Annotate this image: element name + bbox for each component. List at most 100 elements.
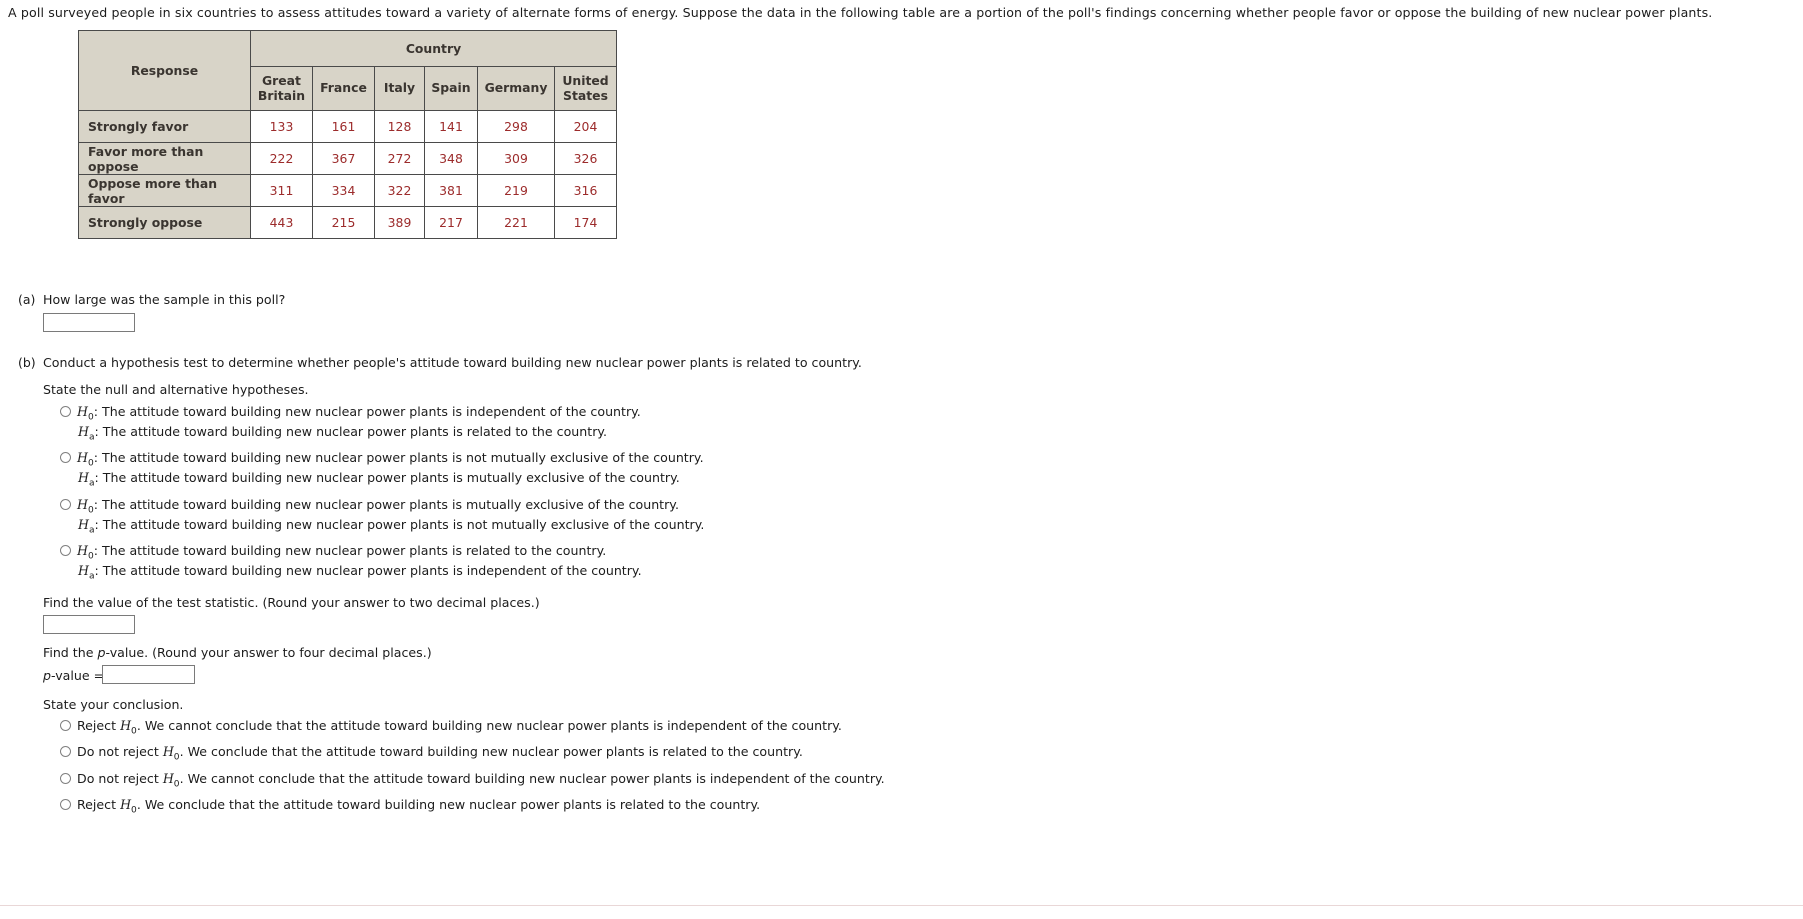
cell-value: 389	[374, 206, 425, 239]
table-row: Oppose more than favor 311 334 322 381 2…	[78, 174, 617, 207]
column-header-france: France	[312, 66, 375, 111]
cell-value: 311	[250, 174, 313, 207]
worksheet-page: A poll surveyed people in six countries …	[0, 0, 1803, 919]
colon: :	[94, 424, 103, 439]
cell-value: 133	[250, 110, 313, 143]
pvalue-prompt-post: -value. (Round your answer to four decim…	[105, 645, 432, 660]
hypothesis-null-text: The attitude toward building new nuclear…	[102, 543, 607, 558]
conclusion-option-4[interactable]: Reject H0. We conclude that the attitude…	[60, 797, 760, 816]
cell-value: 443	[250, 206, 313, 239]
intro-paragraph: A poll surveyed people in six countries …	[8, 5, 1713, 20]
part-a-marker: (a)	[18, 292, 36, 307]
radio-icon[interactable]	[60, 499, 71, 510]
radio-icon[interactable]	[60, 720, 71, 731]
cell-value: 309	[477, 142, 555, 175]
colon: :	[94, 563, 103, 578]
column-header-great-britain: Great Britain	[250, 66, 313, 111]
cell-value: 219	[477, 174, 555, 207]
radio-icon[interactable]	[60, 406, 71, 417]
hypothesis-option-3[interactable]: H0: The attitude toward building new nuc…	[60, 497, 679, 516]
h-null-symbol: H0	[162, 744, 180, 763]
table-row: Favor more than oppose 222 367 272 348 3…	[78, 142, 617, 175]
response-column-header: Response	[78, 30, 251, 111]
hypothesis-null-text: The attitude toward building new nuclear…	[102, 450, 704, 465]
hypothesis-option-3-alt: Ha: The attitude toward building new nuc…	[78, 517, 704, 536]
radio-icon[interactable]	[60, 773, 71, 784]
column-header-germany: Germany	[477, 66, 555, 111]
h-null-symbol: H0	[162, 771, 180, 790]
hypothesis-alt-text: The attitude toward building new nuclear…	[102, 470, 680, 485]
radio-icon[interactable]	[60, 746, 71, 757]
colon: :	[94, 517, 103, 532]
column-header-united-states: United States	[554, 66, 617, 111]
cell-value: 298	[477, 110, 555, 143]
cell-value: 221	[477, 206, 555, 239]
row-label: Strongly favor	[78, 110, 251, 143]
table-row: Strongly oppose 443 215 389 217 221 174	[78, 206, 617, 239]
cell-value: 217	[424, 206, 478, 239]
colon: :	[93, 450, 103, 465]
hypothesis-alt-text: The attitude toward building new nuclear…	[102, 563, 642, 578]
h-null-symbol: H0	[77, 450, 94, 469]
conclusion-lead: Reject	[77, 718, 117, 733]
h-null-symbol: H0	[77, 543, 94, 562]
test-statistic-input[interactable]	[43, 615, 135, 634]
cell-value: 215	[312, 206, 375, 239]
pvalue-label-italic-p: p	[43, 668, 51, 683]
hypothesis-option-4-alt: Ha: The attitude toward building new nuc…	[78, 563, 642, 582]
cell-value: 141	[424, 110, 478, 143]
h-null-symbol: H0	[120, 797, 137, 816]
poll-data-table-wrapper: Response Country Great Britain France It…	[78, 30, 617, 239]
conclusion-lead: Do not reject	[77, 744, 159, 759]
row-label: Strongly oppose	[78, 206, 251, 239]
h-alt-symbol: Ha	[78, 470, 95, 489]
pvalue-input[interactable]	[102, 665, 195, 684]
radio-icon[interactable]	[60, 799, 71, 810]
column-header-italy: Italy	[374, 66, 425, 111]
conclusion-option-1[interactable]: Reject H0. We cannot conclude that the a…	[60, 718, 842, 737]
cell-value: 222	[250, 142, 313, 175]
colon: :	[94, 470, 103, 485]
cell-value: 334	[312, 174, 375, 207]
hypothesis-option-4[interactable]: H0: The attitude toward building new nuc…	[60, 543, 606, 562]
table-header-row-1: Response Country	[78, 30, 617, 111]
conclusion-lead: Reject	[77, 797, 117, 812]
h-alt-symbol: Ha	[78, 563, 95, 582]
cell-value: 272	[374, 142, 425, 175]
part-b-question: Conduct a hypothesis test to determine w…	[43, 355, 862, 370]
radio-icon[interactable]	[60, 452, 71, 463]
conclusion-option-2[interactable]: Do not reject H0. We conclude that the a…	[60, 744, 803, 763]
row-label: Oppose more than favor	[78, 174, 251, 207]
cell-value: 128	[374, 110, 425, 143]
country-group-header: Country	[250, 30, 617, 67]
cell-value: 326	[554, 142, 617, 175]
colon: :	[93, 497, 103, 512]
cell-value: 316	[554, 174, 617, 207]
cell-value: 322	[374, 174, 425, 207]
pvalue-label-post: -value =	[51, 668, 105, 683]
test-statistic-prompt: Find the value of the test statistic. (R…	[43, 595, 540, 610]
column-header-spain: Spain	[424, 66, 478, 111]
h-alt-symbol: Ha	[78, 517, 95, 536]
conclusion-rest: . We cannot conclude that the attitude t…	[179, 771, 885, 786]
radio-icon[interactable]	[60, 545, 71, 556]
conclusion-prompt: State your conclusion.	[43, 697, 184, 712]
conclusion-lead: Do not reject	[77, 771, 159, 786]
hypothesis-option-2[interactable]: H0: The attitude toward building new nuc…	[60, 450, 704, 469]
poll-data-table: Response Country Great Britain France It…	[78, 30, 617, 239]
pvalue-prompt: Find the p-value. (Round your answer to …	[43, 645, 432, 660]
cell-value: 367	[312, 142, 375, 175]
part-a-question: How large was the sample in this poll?	[43, 292, 286, 307]
hypothesis-option-1[interactable]: H0: The attitude toward building new nuc…	[60, 404, 641, 423]
hypothesis-option-1-alt: Ha: The attitude toward building new nuc…	[78, 424, 607, 443]
sample-size-input[interactable]	[43, 313, 135, 332]
conclusion-option-3[interactable]: Do not reject H0. We cannot conclude tha…	[60, 771, 885, 790]
part-b-marker: (b)	[18, 355, 36, 370]
hypotheses-prompt: State the null and alternative hypothese…	[43, 382, 309, 397]
h-alt-symbol: Ha	[78, 424, 95, 443]
h-null-symbol: H0	[120, 718, 137, 737]
row-label: Favor more than oppose	[78, 142, 251, 175]
pvalue-label: p-value =	[43, 668, 104, 683]
h-null-symbol: H0	[77, 497, 94, 516]
colon: :	[93, 404, 103, 419]
